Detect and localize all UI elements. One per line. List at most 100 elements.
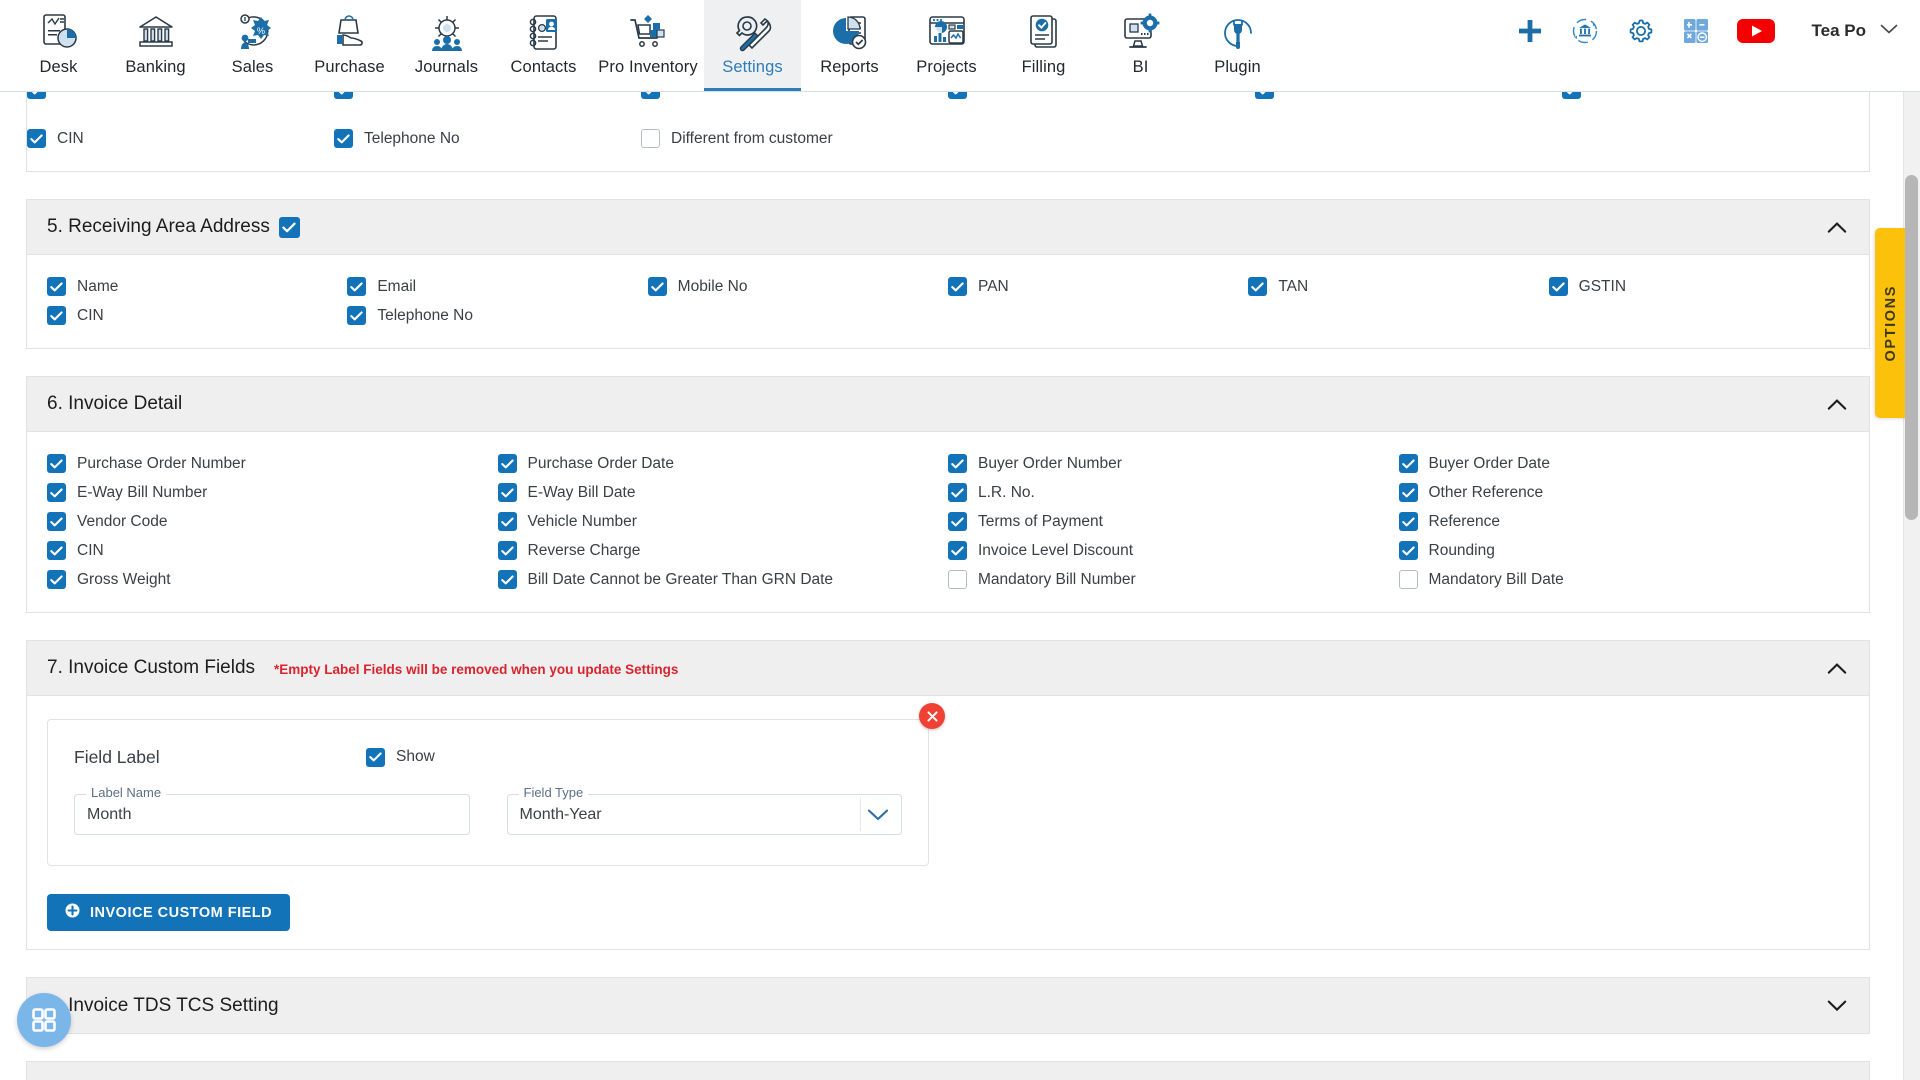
label-name-input-box[interactable] — [74, 794, 470, 835]
checkbox[interactable] — [497, 541, 517, 560]
show-checkbox[interactable] — [366, 747, 385, 767]
checkbox[interactable] — [948, 92, 967, 99]
checkbox-row[interactable]: CIN — [47, 301, 347, 330]
checkbox[interactable] — [1398, 454, 1418, 473]
checkbox[interactable] — [47, 306, 66, 325]
checkbox-row[interactable]: Bill Date Cannot be Greater Than GRN Dat… — [497, 565, 949, 594]
checkbox[interactable] — [948, 570, 967, 589]
checkbox[interactable] — [47, 277, 66, 296]
checkbox-row[interactable]: Other Reference — [1398, 478, 1850, 507]
checkbox[interactable] — [647, 277, 667, 296]
checkbox[interactable] — [47, 541, 66, 560]
nav-item-plugin[interactable]: Plugin — [1189, 0, 1286, 91]
label-name-input[interactable] — [87, 805, 457, 824]
checkbox-row[interactable]: Terms of Payment — [948, 507, 1399, 536]
nav-item-reports[interactable]: Reports — [801, 0, 898, 91]
field-type-select-box[interactable]: Month-Year — [506, 794, 902, 835]
checkbox[interactable] — [497, 454, 517, 473]
gear-icon[interactable] — [1626, 16, 1656, 46]
checkbox[interactable] — [948, 541, 967, 560]
checkbox-row[interactable]: E-Way Bill Number — [47, 478, 498, 507]
options-side-tab[interactable]: OPTIONS — [1875, 228, 1907, 418]
nav-item-contacts[interactable]: Contacts — [495, 0, 592, 91]
checkbox[interactable] — [47, 483, 66, 502]
checkbox-row[interactable]: Purchase Order Date — [497, 449, 949, 478]
nav-item-journals[interactable]: Journals — [398, 0, 495, 91]
section-header-invoice-detail[interactable]: 6. Invoice Detail — [27, 377, 1869, 432]
checkbox[interactable] — [1398, 512, 1418, 531]
nav-item-purchase[interactable]: Purchase — [301, 0, 398, 91]
checkbox-row[interactable]: Reference — [1398, 507, 1850, 536]
checkbox-row[interactable]: E-Way Bill Date — [497, 478, 949, 507]
calculator-icon[interactable] — [1682, 17, 1710, 45]
checkbox[interactable] — [641, 129, 660, 148]
checkbox[interactable] — [497, 483, 517, 502]
section-header-invoice-tds-tcs-setting[interactable]: 8. Invoice TDS TCS Setting — [27, 978, 1869, 1033]
checkbox-row[interactable] — [948, 92, 1255, 104]
checkbox[interactable] — [1398, 483, 1418, 502]
checkbox[interactable] — [334, 129, 353, 148]
checkbox[interactable] — [347, 306, 367, 325]
section-header-invoice-custom-fields[interactable]: 7. Invoice Custom Fields *Empty Label Fi… — [27, 641, 1869, 696]
chevron-up-icon[interactable] — [1827, 221, 1847, 234]
checkbox-row[interactable]: PAN — [948, 272, 1248, 301]
apps-grid-icon[interactable] — [17, 993, 71, 1047]
checkbox[interactable] — [1248, 277, 1268, 296]
nav-item-sales[interactable]: % Sales — [204, 0, 301, 91]
nav-item-pro-inventory[interactable]: Pro Inventory — [592, 0, 704, 91]
checkbox-row[interactable]: Purchase Order Number — [47, 449, 498, 478]
checkbox[interactable] — [497, 512, 517, 531]
checkbox-row[interactable]: Mandatory Bill Number — [948, 565, 1399, 594]
chevron-up-icon[interactable] — [1827, 398, 1847, 411]
checkbox[interactable] — [27, 129, 46, 148]
checkbox-row[interactable]: Mobile No — [647, 272, 948, 301]
checkbox[interactable] — [347, 277, 367, 296]
checkbox-row[interactable]: Invoice Level Discount — [948, 536, 1399, 565]
checkbox-row[interactable] — [1562, 92, 1869, 104]
add-new-icon[interactable] — [1516, 17, 1544, 45]
checkbox[interactable] — [497, 570, 517, 589]
section-header-receiving-area-address[interactable]: 5. Receiving Area Address — [27, 200, 1869, 255]
checkbox-row[interactable]: CIN — [47, 536, 498, 565]
checkbox-row[interactable]: CIN — [27, 124, 334, 153]
checkbox-row[interactable]: Telephone No — [347, 301, 647, 330]
page-scrollbar-thumb[interactable] — [1905, 175, 1918, 520]
checkbox-row[interactable]: Mandatory Bill Date — [1398, 565, 1850, 594]
checkbox[interactable] — [948, 277, 967, 296]
checkbox[interactable] — [47, 512, 66, 531]
checkbox-row[interactable]: Gross Weight — [47, 565, 498, 594]
checkbox-row[interactable] — [334, 92, 641, 104]
checkbox[interactable] — [948, 454, 967, 473]
checkbox[interactable] — [1398, 541, 1418, 560]
checkbox-row[interactable]: Telephone No — [334, 124, 641, 153]
chevron-down-icon[interactable] — [1827, 999, 1847, 1012]
checkbox-row[interactable]: Rounding — [1398, 536, 1850, 565]
user-menu[interactable]: Tea Po — [1812, 21, 1898, 41]
settings-page-scroll-area[interactable]: CIN Telephone No Different from customer 5… — [0, 92, 1920, 1080]
add-invoice-custom-field-button[interactable]: INVOICE CUSTOM FIELD — [47, 894, 291, 931]
checkbox-row[interactable]: TAN — [1248, 272, 1548, 301]
checkbox[interactable] — [334, 92, 353, 99]
checkbox-row[interactable] — [27, 92, 334, 104]
checkbox[interactable] — [641, 92, 660, 99]
checkbox-row[interactable] — [1255, 92, 1562, 104]
checkbox[interactable] — [1562, 92, 1581, 99]
checkbox[interactable] — [1398, 570, 1418, 589]
checkbox-row[interactable]: Buyer Order Date — [1398, 449, 1850, 478]
checkbox[interactable] — [47, 570, 66, 589]
bank-sync-icon[interactable] — [1570, 16, 1600, 46]
checkbox-row[interactable]: L.R. No. — [948, 478, 1399, 507]
checkbox[interactable] — [948, 483, 967, 502]
checkbox[interactable] — [27, 92, 46, 99]
section-header-item-detail[interactable]: 9. Item Detail — [27, 1062, 1869, 1080]
checkbox-row[interactable]: Email — [347, 272, 647, 301]
checkbox-row[interactable]: Vehicle Number — [497, 507, 949, 536]
checkbox-row[interactable]: Different from customer — [641, 124, 948, 153]
checkbox[interactable] — [1548, 277, 1568, 296]
checkbox[interactable] — [948, 512, 967, 531]
show-checkbox-row[interactable]: Show — [366, 747, 435, 767]
youtube-icon[interactable] — [1736, 17, 1776, 45]
chevron-down-icon[interactable] — [867, 808, 889, 822]
nav-item-desk[interactable]: Desk — [10, 0, 107, 91]
checkbox[interactable] — [1255, 92, 1274, 99]
